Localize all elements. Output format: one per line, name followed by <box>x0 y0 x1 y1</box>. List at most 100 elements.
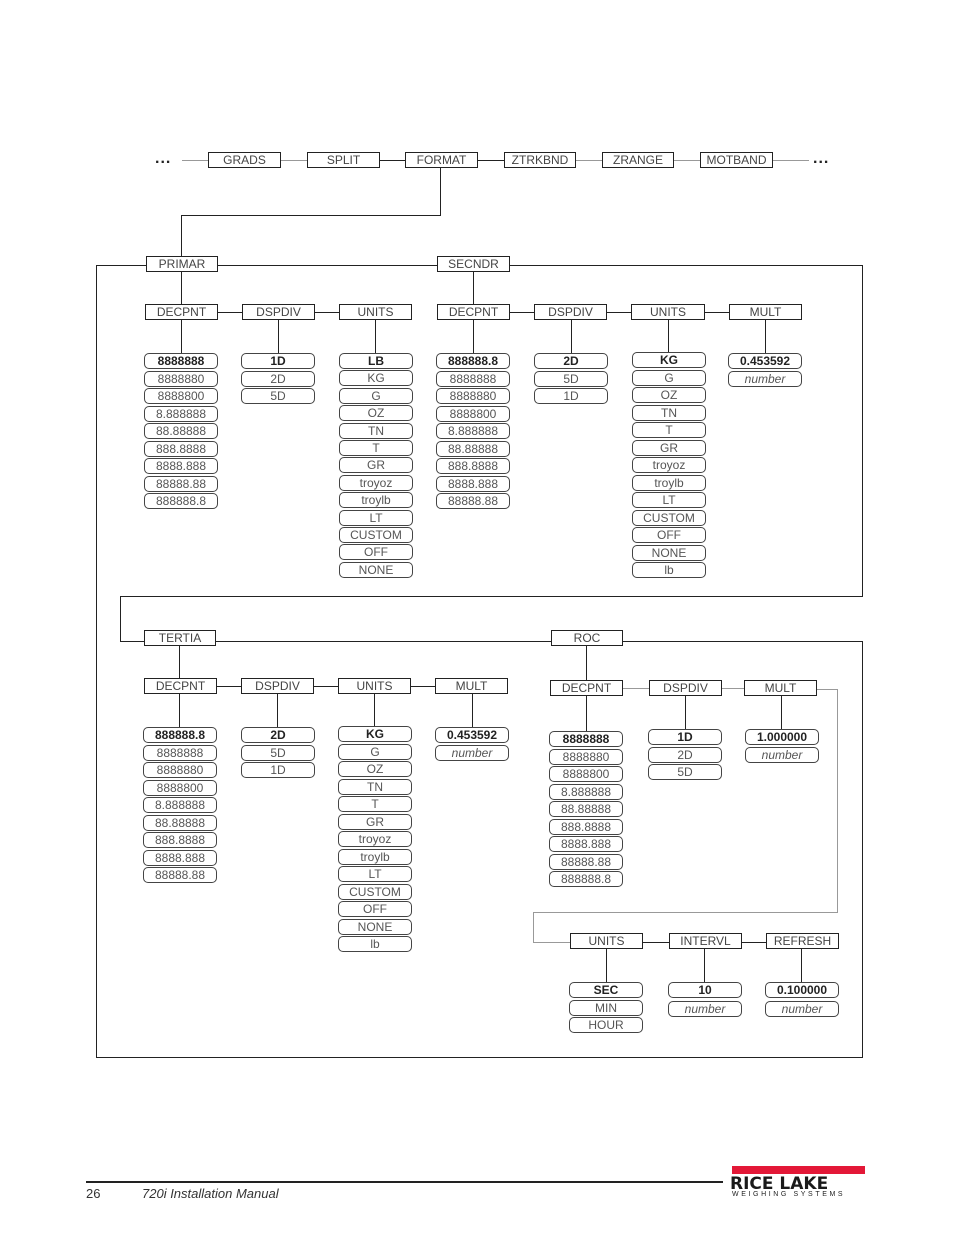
default-option[interactable]: 2D <box>241 727 315 743</box>
option[interactable]: TN <box>632 404 706 421</box>
option[interactable]: lb <box>632 562 706 578</box>
option[interactable]: 8888880 <box>436 388 510 404</box>
default-option[interactable]: KG <box>632 352 706 368</box>
menu-tertia-dspdiv[interactable]: DSPDIV <box>241 678 314 694</box>
option[interactable]: GR <box>338 813 412 830</box>
default-option[interactable]: 0.453592 <box>435 727 509 743</box>
option[interactable]: OZ <box>338 761 412 777</box>
option[interactable]: troyoz <box>632 457 706 473</box>
default-option[interactable]: 888888.8 <box>143 727 217 743</box>
option[interactable]: 2D <box>241 370 315 387</box>
menu-tertia-units[interactable]: UNITS <box>338 678 411 694</box>
option[interactable]: 5D <box>241 388 315 404</box>
menu-secndr-decpnt[interactable]: DECPNT <box>437 304 510 320</box>
option[interactable]: 8888.888 <box>143 849 217 866</box>
menu-motband[interactable]: MOTBAND <box>700 152 773 168</box>
option[interactable]: 88888.88 <box>436 493 510 509</box>
option[interactable]: 88888.88 <box>144 475 218 492</box>
option[interactable]: troyoz <box>338 831 412 847</box>
option[interactable]: T <box>338 796 412 812</box>
default-option[interactable]: 1D <box>241 353 315 369</box>
option[interactable]: CUSTOM <box>338 883 412 900</box>
default-option[interactable]: SEC <box>569 982 643 998</box>
option[interactable]: 8888800 <box>144 388 218 404</box>
default-option[interactable]: 0.100000 <box>765 982 839 998</box>
option[interactable]: 88.88888 <box>143 814 217 831</box>
option[interactable]: troylb <box>339 492 413 509</box>
menu-roc-mult[interactable]: MULT <box>744 680 817 696</box>
default-option[interactable]: 8888888 <box>549 731 623 747</box>
option[interactable]: G <box>338 743 412 760</box>
option[interactable]: 8888888 <box>436 370 510 387</box>
option[interactable]: T <box>632 422 706 438</box>
option[interactable]: 1D <box>241 762 315 778</box>
option[interactable]: troylb <box>338 848 412 865</box>
option[interactable]: OFF <box>339 544 413 561</box>
menu-roc[interactable]: ROC <box>551 630 623 646</box>
menu-secndr[interactable]: SECNDR <box>437 256 510 272</box>
menu-roc-dspdiv[interactable]: DSPDIV <box>649 680 722 696</box>
menu-tertia-mult[interactable]: MULT <box>435 678 508 694</box>
option[interactable]: NONE <box>339 561 413 578</box>
option[interactable]: CUSTOM <box>632 509 706 526</box>
default-option[interactable]: 1.000000 <box>745 729 819 745</box>
option[interactable]: 888.8888 <box>144 440 218 457</box>
option[interactable]: GR <box>632 439 706 456</box>
option[interactable]: 5D <box>241 744 315 761</box>
default-option[interactable]: KG <box>338 726 412 742</box>
option[interactable]: OZ <box>632 387 706 403</box>
menu-zrange[interactable]: ZRANGE <box>602 152 674 168</box>
menu-roc-intervl[interactable]: INTERVL <box>669 933 742 949</box>
default-option[interactable]: 0.453592 <box>728 353 802 369</box>
option[interactable]: 88888.88 <box>549 853 623 870</box>
menu-tertia-decpnt[interactable]: DECPNT <box>144 678 217 694</box>
menu-roc-decpnt[interactable]: DECPNT <box>550 680 623 696</box>
option[interactable]: OFF <box>632 527 706 543</box>
option[interactable]: 8.888888 <box>436 423 510 439</box>
option[interactable]: 88.88888 <box>436 440 510 457</box>
option[interactable]: NONE <box>632 544 706 561</box>
option[interactable]: KG <box>339 370 413 387</box>
option[interactable]: troylb <box>632 474 706 491</box>
menu-primar-dspdiv[interactable]: DSPDIV <box>242 304 315 320</box>
option[interactable]: 888.8888 <box>436 458 510 474</box>
option[interactable]: 5D <box>534 370 608 387</box>
default-option[interactable]: 1D <box>648 729 722 745</box>
option[interactable]: LT <box>338 866 412 882</box>
option[interactable]: 8888.888 <box>436 475 510 492</box>
menu-ztrkbnd[interactable]: ZTRKBND <box>504 152 576 168</box>
option[interactable]: 1D <box>534 388 608 404</box>
option[interactable]: 888.8888 <box>549 818 623 835</box>
option[interactable]: 8.888888 <box>143 797 217 813</box>
option[interactable]: LT <box>632 492 706 508</box>
option[interactable]: CUSTOM <box>339 527 413 543</box>
option[interactable]: 888888.8 <box>549 871 623 887</box>
option[interactable]: number <box>435 744 509 761</box>
default-option[interactable]: 2D <box>534 353 608 369</box>
menu-split[interactable]: SPLIT <box>307 152 380 168</box>
option[interactable]: MIN <box>569 999 643 1016</box>
option[interactable]: LT <box>339 509 413 526</box>
option[interactable]: 8888.888 <box>549 836 623 852</box>
option[interactable]: 8888880 <box>144 370 218 387</box>
option[interactable]: 88.88888 <box>549 801 623 817</box>
option[interactable]: number <box>728 370 802 387</box>
option[interactable]: 8888888 <box>143 744 217 761</box>
option[interactable]: 2D <box>648 746 722 763</box>
menu-tertia[interactable]: TERTIA <box>144 630 216 646</box>
option[interactable]: number <box>745 746 819 763</box>
option[interactable]: OFF <box>338 901 412 917</box>
option[interactable]: 8888800 <box>549 766 623 782</box>
default-option[interactable]: 888888.8 <box>436 353 510 369</box>
option[interactable]: 5D <box>648 764 722 780</box>
menu-roc-refresh[interactable]: REFRESH <box>766 933 839 949</box>
menu-primar-decpnt[interactable]: DECPNT <box>145 304 218 320</box>
menu-grads[interactable]: GRADS <box>208 152 281 168</box>
option[interactable]: 888888.8 <box>144 493 218 509</box>
menu-format[interactable]: FORMAT <box>405 152 478 168</box>
option[interactable]: TN <box>338 778 412 795</box>
menu-roc-units[interactable]: UNITS <box>570 933 643 949</box>
menu-primar[interactable]: PRIMAR <box>146 256 218 272</box>
option[interactable]: 8.888888 <box>144 405 218 422</box>
option[interactable]: G <box>339 387 413 404</box>
